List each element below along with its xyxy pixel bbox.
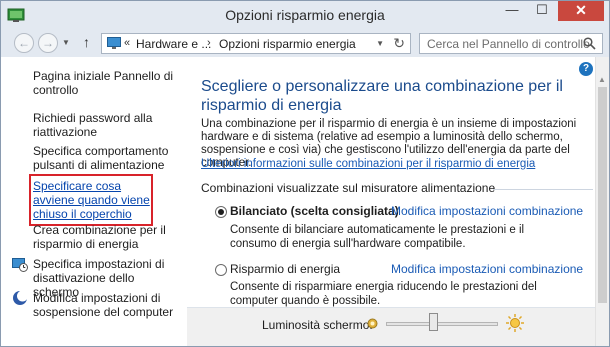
- refresh-icon[interactable]: ↻: [393, 35, 405, 52]
- breadcrumb-power-options[interactable]: Opzioni risparmio energia: [219, 37, 356, 51]
- plan-power-saver-description: Consente di risparmiare energia riducend…: [230, 281, 537, 307]
- brightness-label: Luminosità schermo:: [262, 318, 373, 332]
- plan-balanced-description: Consente di bilanciare automaticamente l…: [230, 224, 525, 250]
- navigation-bar: ← → ▼ ↑ « Hardware e ... › Opzioni rispa…: [1, 29, 609, 57]
- moon-icon: [12, 290, 28, 306]
- scroll-thumb[interactable]: [598, 87, 607, 303]
- plan-power-saver-radio[interactable]: [215, 264, 227, 276]
- breadcrumb-root-chevron[interactable]: «: [124, 37, 130, 49]
- sidebar-item-power-buttons[interactable]: Specifica comportamento pulsanti di alim…: [33, 144, 183, 172]
- group-divider: [493, 189, 593, 190]
- maximize-button[interactable]: ☐: [527, 1, 557, 21]
- recent-locations-dropdown-icon[interactable]: ▼: [62, 38, 70, 47]
- forward-button[interactable]: →: [38, 33, 58, 53]
- help-icon[interactable]: ?: [579, 62, 593, 76]
- plan-balanced-edit-link[interactable]: Modifica impostazioni combinazione: [391, 204, 583, 218]
- page-title: Scegliere o personalizzare una combinazi…: [201, 78, 563, 114]
- left-task-pane: Pagina iniziale Pannello di controllo Ri…: [2, 57, 187, 346]
- red-highlight-box: [29, 174, 153, 226]
- title-bar: Opzioni risparmio energia — ☐ ✕: [1, 1, 609, 29]
- breadcrumb-hardware[interactable]: Hardware e ...: [136, 37, 211, 51]
- monitor-clock-icon: [12, 256, 28, 272]
- breadcrumb-separator[interactable]: ›: [207, 37, 211, 49]
- sidebar-item-require-password[interactable]: Richiedi password alla riattivazione: [33, 111, 183, 139]
- scroll-up-arrow-icon[interactable]: ▲: [598, 75, 606, 84]
- vertical-scrollbar[interactable]: ▲: [595, 57, 609, 346]
- address-dropdown-icon[interactable]: ▼: [376, 39, 384, 48]
- back-button[interactable]: ←: [14, 33, 34, 53]
- minimize-button[interactable]: —: [497, 1, 527, 21]
- plan-power-saver-name[interactable]: Risparmio di energia: [230, 262, 340, 276]
- plan-power-saver-edit-link[interactable]: Modifica impostazioni combinazione: [391, 262, 583, 276]
- sidebar-item-control-panel-home[interactable]: Pagina iniziale Pannello di controllo: [33, 69, 183, 97]
- search-icon[interactable]: [583, 37, 596, 50]
- plan-balanced-name[interactable]: Bilanciato (scelta consigliata): [230, 204, 399, 218]
- search-input[interactable]: Cerca nel Pannello di controllo: [419, 33, 603, 54]
- plans-group-header: Combinazioni visualizzate sul misuratore…: [201, 181, 496, 195]
- plan-balanced-radio[interactable]: [215, 206, 227, 218]
- brightness-bar: Luminosità schermo:: [187, 307, 595, 346]
- control-panel-window: Opzioni risparmio energia — ☐ ✕ ← → ▼ ↑ …: [0, 0, 610, 347]
- brightness-slider-track[interactable]: [386, 322, 498, 326]
- close-button[interactable]: ✕: [558, 1, 604, 21]
- sidebar-item-sleep-settings[interactable]: Modifica impostazioni di sospensione del…: [33, 291, 183, 319]
- brightness-high-icon: [505, 313, 525, 333]
- control-panel-icon: [107, 37, 121, 50]
- up-button[interactable]: ↑: [83, 34, 90, 50]
- more-info-link[interactable]: Ulteriori informazioni sulle combinazion…: [201, 158, 535, 170]
- radio-selected-dot: [218, 209, 224, 215]
- brightness-low-icon: [366, 317, 379, 330]
- main-content: ? Scegliere o personalizzare una combina…: [187, 57, 595, 346]
- address-bar[interactable]: « Hardware e ... › Opzioni risparmio ene…: [101, 33, 411, 54]
- brightness-slider-thumb[interactable]: [429, 313, 439, 331]
- search-placeholder: Cerca nel Pannello di controllo: [427, 37, 590, 51]
- sidebar-item-create-plan[interactable]: Crea combinazione per il risparmio di en…: [33, 223, 183, 251]
